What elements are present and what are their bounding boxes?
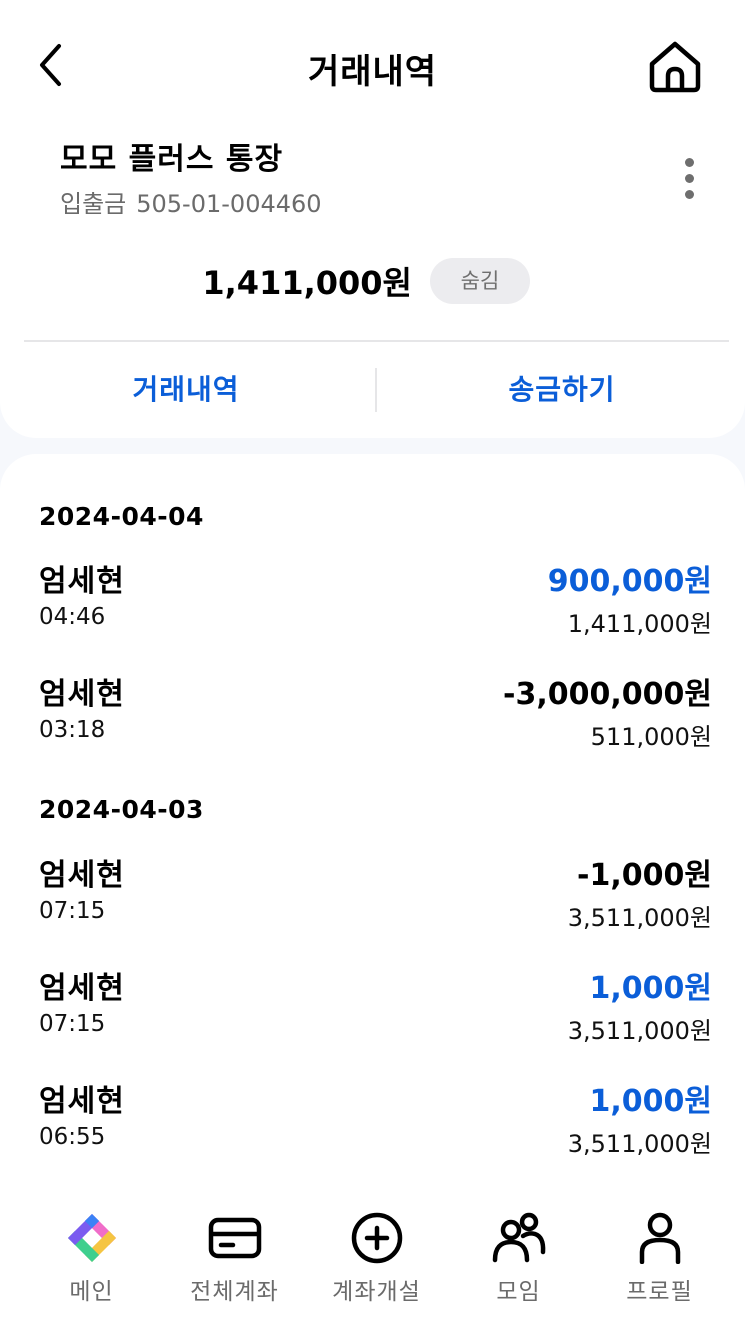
- transaction-time: 06:55: [39, 1124, 106, 1150]
- transaction-balance: 3,511,000원: [567, 904, 712, 932]
- divider: [24, 340, 729, 342]
- transaction-amount: 1,000원: [589, 1084, 713, 1119]
- header: 거래내역: [0, 0, 745, 136]
- group-icon: [492, 1212, 545, 1263]
- nav-label: 계좌개설: [332, 1279, 421, 1305]
- account-balance: 1,411,000원: [202, 264, 412, 302]
- home-icon: [649, 41, 701, 93]
- nav-item-profile[interactable]: 프로필: [585, 1212, 734, 1322]
- transaction-time: 03:18: [39, 717, 106, 743]
- transaction-time: 04:46: [39, 604, 106, 630]
- nav-item-open-account[interactable]: 계좌개설: [302, 1212, 451, 1322]
- account-tabs: 거래내역 송금하기: [0, 344, 745, 434]
- home-button[interactable]: [646, 38, 704, 94]
- more-vertical-icon: [676, 158, 702, 199]
- card-icon: [208, 1217, 261, 1259]
- account-summary-card: 거래내역 모모 플러스 통장 입출금 505-01-004460 1,411,00…: [0, 0, 745, 438]
- date-header: 2024-04-04: [39, 502, 204, 531]
- nav-label: 모임: [496, 1279, 541, 1305]
- transaction-name: 엄세현: [39, 858, 125, 893]
- balance-row: 1,411,000원 숨김: [0, 256, 745, 306]
- date-header: 2024-04-03: [39, 795, 204, 824]
- transaction-balance: 1,411,000원: [567, 610, 712, 638]
- transaction-row[interactable]: 엄세현 03:18 -3,000,000원 511,000원: [39, 669, 712, 759]
- person-icon: [639, 1212, 680, 1264]
- app-logo-icon: [67, 1213, 116, 1263]
- bottom-navigation: 메인 전체계좌 계좌개설 모임 프로필: [0, 1196, 745, 1334]
- nav-item-group[interactable]: 모임: [444, 1212, 593, 1322]
- nav-label: 메인: [69, 1279, 114, 1305]
- transaction-name: 엄세현: [39, 1084, 125, 1119]
- transaction-amount: 1,000원: [589, 971, 713, 1006]
- transaction-balance: 3,511,000원: [567, 1017, 712, 1045]
- transaction-amount: -1,000원: [577, 858, 712, 893]
- account-number: 505-01-004460: [136, 190, 322, 218]
- transaction-row[interactable]: 엄세현 04:46 900,000원 1,411,000원: [39, 556, 712, 646]
- transaction-row[interactable]: 엄세현 06:55 1,000원 3,511,000원: [39, 1076, 712, 1166]
- account-info: 입출금 505-01-004460: [60, 184, 332, 219]
- transaction-name: 엄세현: [39, 971, 125, 1006]
- nav-label: 프로필: [626, 1279, 693, 1305]
- transaction-name: 엄세현: [39, 564, 125, 599]
- transaction-time: 07:15: [39, 1011, 106, 1037]
- transaction-balance: 3,511,000원: [567, 1130, 712, 1158]
- plus-circle-icon: [351, 1212, 402, 1264]
- tab-transaction-history[interactable]: 거래내역: [0, 368, 372, 408]
- page-title: 거래내역: [307, 52, 438, 92]
- account-name: 모모 플러스 통장: [60, 142, 284, 177]
- more-options-button[interactable]: [676, 158, 702, 202]
- transaction-time: 07:15: [39, 898, 106, 924]
- nav-label: 전체계좌: [190, 1279, 279, 1305]
- account-type: 입출금: [60, 190, 127, 218]
- transaction-name: 엄세현: [39, 677, 125, 712]
- nav-item-all-accounts[interactable]: 전체계좌: [160, 1212, 309, 1322]
- transaction-row[interactable]: 엄세현 07:15 -1,000원 3,511,000원: [39, 850, 712, 940]
- transaction-row[interactable]: 엄세현 07:15 1,000원 3,511,000원: [39, 963, 712, 1053]
- nav-item-main[interactable]: 메인: [17, 1212, 166, 1322]
- transaction-amount: -3,000,000원: [503, 677, 712, 712]
- tab-transfer[interactable]: 송금하기: [376, 368, 745, 408]
- hide-balance-button[interactable]: 숨김: [430, 258, 530, 304]
- transaction-amount: 900,000원: [547, 564, 712, 599]
- transaction-balance: 511,000원: [590, 723, 712, 751]
